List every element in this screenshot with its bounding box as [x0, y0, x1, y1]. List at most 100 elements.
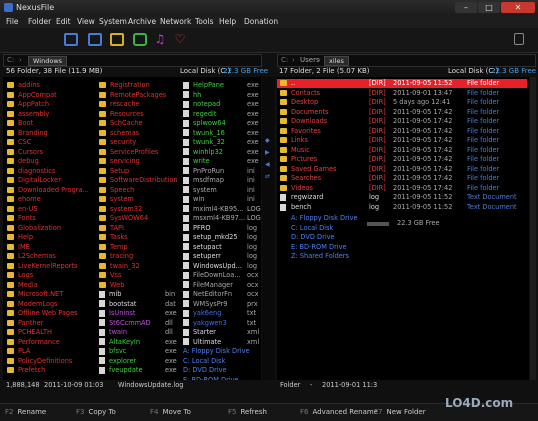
file-item[interactable]: fveupdate exe	[99, 366, 177, 375]
folder-item[interactable]: PCHEALTH	[7, 328, 52, 337]
drive-item[interactable]: C: Local Disk	[291, 224, 333, 233]
folder-item[interactable]: Prefetch	[7, 366, 45, 375]
maximize-button[interactable]: □	[478, 2, 500, 13]
drive-item[interactable]: A: Floppy Disk Drive	[291, 214, 358, 223]
folder-item[interactable]: SchCache	[99, 119, 143, 128]
file-row[interactable]: bench log 2011-09-05 11:52 Text Document	[277, 203, 527, 212]
drive-item[interactable]: C: Local Disk	[183, 357, 225, 366]
folder-item[interactable]: twain_32	[99, 262, 140, 271]
drive-item[interactable]: D: DVD Drive	[291, 233, 335, 242]
folder-item[interactable]: Resources	[99, 110, 144, 119]
file-item[interactable]: PnProRun ini	[183, 167, 261, 176]
folder-item[interactable]: Downloaded Progra...	[7, 186, 89, 195]
folder-item[interactable]: Media	[7, 281, 38, 290]
folder-item[interactable]: SysWOW64	[99, 214, 148, 223]
left-path-crumb[interactable]: Windows	[28, 56, 68, 66]
camera-icon[interactable]	[133, 33, 147, 46]
file-item[interactable]: splwow64 exe	[183, 119, 261, 128]
file-item[interactable]: setup_mkd25 log	[183, 233, 261, 242]
folder-item[interactable]: ModemLogs	[7, 300, 58, 309]
folder-item[interactable]: Speech	[99, 186, 134, 195]
f6-advanced-rename-button[interactable]: F6 Advanced Rename	[300, 408, 378, 416]
folder-row[interactable]: Searches [DIR] 2011-09-05 17:42 File folder	[277, 174, 527, 183]
folder-item[interactable]: Cursors	[7, 148, 43, 157]
f5-refresh-button[interactable]: F5 Refresh	[228, 408, 267, 416]
folder-item[interactable]: CSC	[7, 138, 31, 147]
file-item[interactable]: PFRO log	[183, 224, 261, 233]
file-item[interactable]: Ultimate xml	[183, 338, 261, 347]
folder-item[interactable]: Logs	[7, 271, 33, 280]
right-scrollbar[interactable]	[530, 77, 536, 380]
folder-item[interactable]: DigitalLocker	[7, 176, 61, 185]
folder-item[interactable]: Web	[99, 281, 124, 290]
window-icon[interactable]	[64, 33, 78, 46]
folder-item[interactable]: ServiceProfiles	[99, 148, 158, 157]
right-path-users[interactable]: Users	[300, 56, 320, 64]
file-item[interactable]: NetEditorFn ocx	[183, 290, 261, 299]
file-item[interactable]: winhlp32 exe	[183, 148, 261, 157]
close-button[interactable]: ✕	[501, 2, 535, 13]
file-item[interactable]: yakgwen3 txt	[183, 319, 261, 328]
folder-item[interactable]: RemotePackages	[99, 91, 166, 100]
file-item[interactable]: msxml4-KB97... LOG	[183, 214, 261, 223]
folder-item[interactable]: Performance	[7, 338, 60, 347]
drive-item[interactable]: D: DVD Drive	[183, 366, 227, 375]
heart-icon[interactable]: ♡	[173, 33, 187, 46]
folder-item[interactable]: L2Schemas	[7, 252, 56, 261]
f7-new-folder-button[interactable]: F7 New Folder	[374, 408, 426, 416]
pane-divider[interactable]: ◆ ▶ ◀ ⇄	[262, 77, 275, 380]
right-address-bar[interactable]: C: › Users › xiles	[277, 54, 536, 67]
file-item[interactable]: regedit exe	[183, 110, 261, 119]
folder-item[interactable]: Setup	[99, 167, 129, 176]
folder-item[interactable]: PLA	[7, 347, 30, 356]
file-item[interactable]: setuperr log	[183, 252, 261, 261]
folder-item[interactable]: Branding	[7, 129, 48, 138]
drive-item[interactable]: E: BD-ROM Drive	[291, 243, 347, 252]
folder-item[interactable]: AppCompat	[7, 91, 57, 100]
file-item[interactable]: twunk_32 exe	[183, 138, 261, 147]
file-item[interactable]: hh exe	[183, 91, 261, 100]
menu-archive[interactable]: Archive	[128, 17, 156, 26]
file-item[interactable]: WMSysPr9 prx	[183, 300, 261, 309]
menu-donation[interactable]: Donation	[244, 17, 278, 26]
folder-row[interactable]: Videos [DIR] 2011-09-05 17:42 File folder	[277, 184, 527, 193]
menu-view[interactable]: View	[77, 17, 95, 26]
folder-item[interactable]: SoftwareDistribution	[99, 176, 178, 185]
minimize-button[interactable]: –	[455, 2, 477, 13]
folder-item[interactable]: Panther	[7, 319, 43, 328]
folder-item[interactable]: en-US	[7, 205, 38, 214]
menu-folder[interactable]: Folder	[28, 17, 51, 26]
folder-row[interactable]: Saved Games [DIR] 2011-09-05 17:42 File fol…	[277, 165, 527, 174]
file-item[interactable]: FileDownLoa... ocx	[183, 271, 261, 280]
folder-item[interactable]: schemas	[99, 129, 139, 138]
menu-system[interactable]: System	[99, 17, 127, 26]
file-item[interactable]: twain dll	[99, 328, 177, 337]
file-item[interactable]: yak6eng txt	[183, 309, 261, 318]
file-item[interactable]: AltaKeyIn exe	[99, 338, 177, 347]
file-item[interactable]: WindowsUpd... log	[183, 262, 261, 271]
panel-icon[interactable]	[88, 33, 102, 46]
drive-item[interactable]: Z: Shared Folders	[291, 252, 349, 261]
folder-item[interactable]: debug	[7, 157, 39, 166]
folder-row[interactable]: Favorites [DIR] 2011-09-05 17:42 File folde…	[277, 127, 527, 136]
folder-item[interactable]: system32	[99, 205, 142, 214]
file-item[interactable]: twunk_16 exe	[183, 129, 261, 138]
file-item[interactable]: setupact log	[183, 243, 261, 252]
menu-file[interactable]: File	[6, 17, 19, 26]
menu-network[interactable]: Network	[160, 17, 191, 26]
folder-row[interactable]: Desktop [DIR] 5 days ago 12:41 File folder	[277, 98, 527, 107]
folder-item[interactable]: Globalization	[7, 224, 61, 233]
folder-item[interactable]: Fonts	[7, 214, 36, 223]
file-item[interactable]: Starter xml	[183, 328, 261, 337]
folder-item[interactable]: addins	[7, 81, 40, 90]
folder-row[interactable]: .. [DIR] 2011-09-05 11:52 File folder	[277, 79, 527, 88]
f4-move-to-button[interactable]: F4 Move To	[150, 408, 191, 416]
folder-item[interactable]: IME	[7, 243, 30, 252]
f2-rename-button[interactable]: F2 Rename	[5, 408, 46, 416]
image-icon[interactable]	[110, 33, 124, 46]
drive-item[interactable]: A: Floppy Disk Drive	[183, 347, 250, 356]
folder-item[interactable]: Tasks	[99, 233, 128, 242]
folder-item[interactable]: Boot	[7, 119, 33, 128]
folder-row[interactable]: Links [DIR] 2011-09-05 17:42 File folder	[277, 136, 527, 145]
file-item[interactable]: bootstat dat	[99, 300, 177, 309]
